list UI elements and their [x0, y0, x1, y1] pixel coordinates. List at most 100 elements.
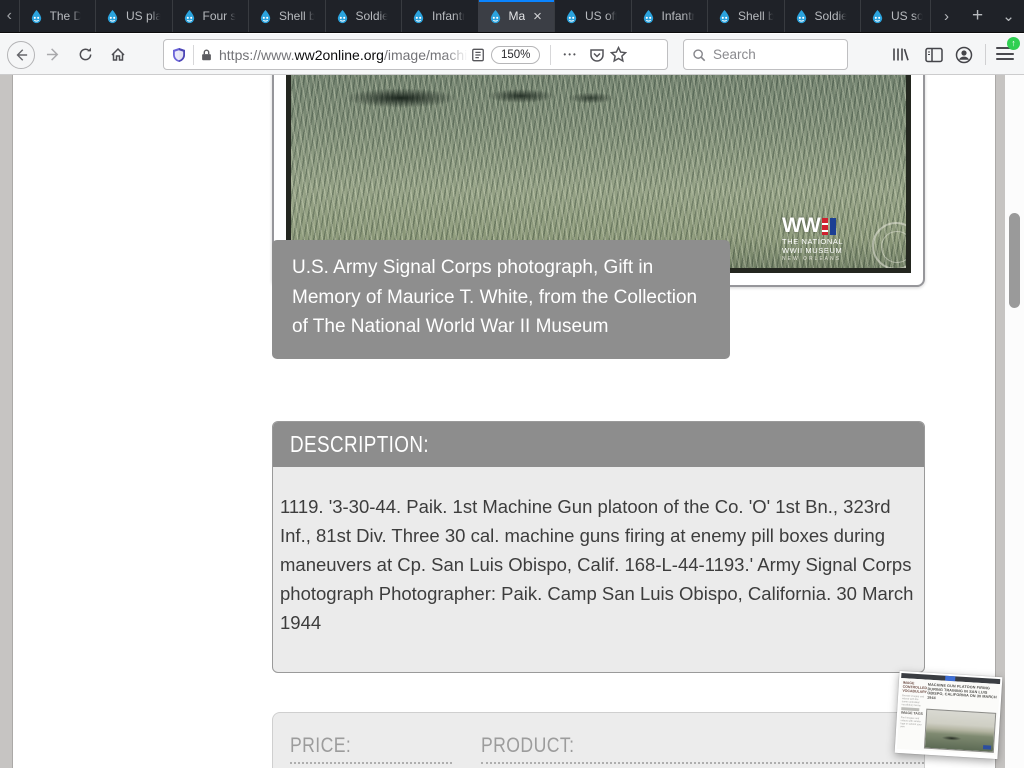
new-tab-button[interactable]: + — [962, 5, 993, 27]
account-icon — [955, 46, 973, 63]
scrollbar-track[interactable] — [1005, 75, 1024, 768]
price-label: PRICE: — [290, 733, 352, 757]
url-text: https://www.ww2online.org/image/machi — [219, 46, 471, 63]
library-icon — [893, 48, 909, 61]
back-arrow-icon — [16, 48, 28, 61]
drupal-favicon-icon — [413, 9, 424, 23]
page-right-margin — [995, 75, 1005, 768]
url-scheme: https://www. — [219, 46, 295, 63]
drupal-favicon-icon — [107, 9, 118, 23]
drupal-favicon-icon — [566, 9, 577, 23]
divider — [550, 44, 552, 65]
browser-window: ‹ The D US pla Four s Shell b Soldie Inf… — [0, 0, 1024, 768]
tab-soldie[interactable]: Soldie — [324, 0, 402, 32]
search-input[interactable] — [713, 47, 823, 62]
forward-arrow-icon — [46, 48, 58, 61]
reader-mode-icon[interactable] — [471, 48, 485, 62]
sidebars-button[interactable] — [920, 34, 948, 75]
tab-title: The D — [49, 9, 83, 23]
description-card: DESCRIPTION: 1119. '3-30-44. Paik. 1st M… — [272, 421, 925, 673]
address-bar[interactable]: https://www.ww2online.org/image/machi 15… — [163, 39, 668, 70]
tab-machine-gun-active[interactable]: Ma × — [477, 0, 554, 32]
tab-title: Soldie — [814, 9, 848, 23]
scroll-tabs-left-button[interactable]: ‹ — [0, 0, 19, 32]
tab-title: Shell b — [279, 9, 316, 23]
library-button[interactable] — [886, 34, 914, 75]
tab-title: US off — [585, 9, 619, 23]
divider — [193, 44, 194, 65]
bookmark-star-icon[interactable] — [609, 46, 627, 63]
drupal-favicon-icon — [260, 9, 271, 23]
tab-us-off[interactable]: US off — [554, 0, 631, 32]
home-button[interactable] — [105, 34, 131, 75]
tab-us-pla[interactable]: US pla — [95, 0, 172, 32]
tab-title: Infantr — [661, 9, 696, 23]
page-viewport: 168-L-44-1193 WW THE NATIONAL WWII MUSEU… — [0, 75, 1024, 768]
credit-text: U.S. Army Signal Corps photograph, Gift … — [292, 257, 698, 337]
zoom-level-button[interactable]: 150% — [491, 45, 541, 64]
reload-button[interactable] — [72, 34, 98, 75]
tab-us-so[interactable]: US so — [860, 0, 930, 32]
thumbnail-page: IMAGE CONTROLLED VOCABULARY Browse image… — [896, 678, 1000, 755]
tab-shell-b-2[interactable]: Shell b — [707, 0, 784, 32]
tab-title: Shell b — [738, 9, 775, 23]
thumbnail-watermark-icon — [982, 745, 992, 750]
tracking-protection-shield-icon[interactable] — [171, 47, 187, 63]
page-actions-icon[interactable]: ••• — [557, 50, 583, 59]
lock-icon — [200, 48, 213, 62]
purchase-card: PRICE: PRODUCT: — [272, 712, 925, 768]
product-label: PRODUCT: — [481, 733, 575, 757]
search-icon — [692, 48, 706, 62]
watermark-logo-text: WW — [782, 214, 821, 237]
drupal-favicon-icon — [872, 9, 883, 23]
pocket-icon[interactable] — [589, 47, 605, 63]
corps-stamp-icon — [872, 222, 906, 268]
tab-four-s[interactable]: Four s — [171, 0, 249, 32]
tab-title: Soldie — [355, 9, 389, 23]
tab-the-d[interactable]: The D — [18, 0, 96, 32]
price-value-line — [290, 762, 452, 764]
tab-title: Infantr — [432, 9, 467, 23]
forward-button[interactable] — [40, 34, 66, 75]
account-button[interactable] — [950, 34, 978, 75]
home-icon — [111, 47, 125, 61]
drupal-favicon-icon — [796, 9, 806, 23]
tab-controls: › + ⌄ — [930, 0, 1024, 32]
update-badge-icon: ↑ — [1007, 37, 1020, 50]
drupal-favicon-icon — [643, 9, 653, 23]
drupal-favicon-icon — [337, 9, 347, 23]
thumbnail-photo — [923, 708, 997, 753]
description-text: 1119. '3-30-44. Paik. 1st Machine Gun pl… — [280, 496, 914, 633]
drupal-favicon-icon — [490, 9, 500, 23]
tab-shell-b[interactable]: Shell b — [248, 0, 325, 32]
tab-soldie-2[interactable]: Soldie — [783, 0, 861, 32]
screenshot-preview-thumbnail[interactable]: IMAGE CONTROLLED VOCABULARY Browse image… — [894, 670, 1003, 760]
tab-infantr-2[interactable]: Infantr — [630, 0, 708, 32]
scroll-tabs-right-button[interactable]: › — [931, 8, 962, 25]
tab-bar: ‹ The D US pla Four s Shell b Soldie Inf… — [0, 0, 1024, 33]
drupal-favicon-icon — [31, 9, 41, 23]
tab-infantr[interactable]: Infantr — [401, 0, 478, 32]
sidebar-icon — [925, 47, 943, 62]
tab-title: US pla — [126, 9, 163, 23]
scrollbar-thumb[interactable] — [1009, 213, 1020, 308]
tab-title: US so — [891, 9, 924, 23]
thumbnail-tags-text: Find images and videos with similar tags… — [900, 716, 922, 729]
list-all-tabs-button[interactable]: ⌄ — [993, 7, 1024, 25]
credit-box: U.S. Army Signal Corps photograph, Gift … — [272, 240, 730, 359]
product-value-line — [481, 762, 924, 764]
divider — [985, 44, 986, 65]
thumbnail-sidebar-text: Browse images and videos with the same c… — [901, 694, 925, 708]
close-tab-icon[interactable]: × — [533, 9, 542, 24]
flag-bar-red-icon — [821, 218, 828, 235]
drupal-favicon-icon — [719, 9, 730, 23]
tab-title: Four s — [202, 9, 237, 23]
navigation-toolbar: https://www.ww2online.org/image/machi 15… — [0, 34, 1024, 75]
thumbnail-title: MACHINE GUN PLATOON FIRING DURING TRAINI… — [926, 682, 997, 700]
tab-title: Ma — [508, 9, 526, 23]
back-button[interactable] — [6, 34, 36, 75]
chevron-left-icon: ‹ — [6, 7, 12, 24]
search-bar[interactable] — [683, 39, 848, 70]
drupal-favicon-icon — [184, 9, 194, 23]
url-fade — [445, 46, 471, 63]
